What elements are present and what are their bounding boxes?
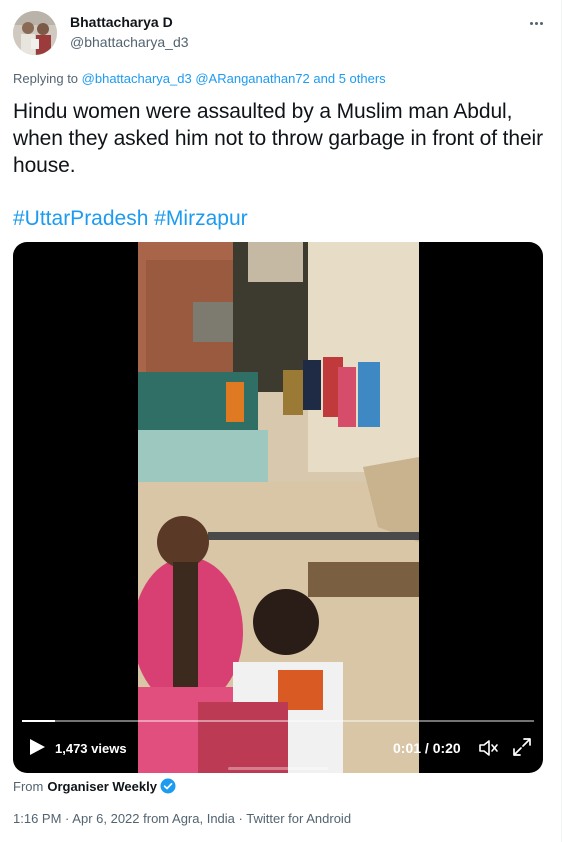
tweet-card: Bhattacharya D @bhattacharya_d3 Replying… (0, 0, 562, 842)
avatar-image (13, 11, 57, 55)
replying-to-line: Replying to @bhattacharya_d3 @ARanganath… (13, 71, 386, 86)
more-dot-icon (534, 21, 538, 25)
tweet-hashtags: #UttarPradesh #Mirzapur (13, 205, 248, 232)
more-options-button[interactable] (523, 10, 549, 36)
source-account-link[interactable]: Organiser Weekly (47, 779, 157, 794)
reply-mention-link[interactable]: @ARanganathan72 (195, 71, 309, 86)
author-handle[interactable]: @bhattacharya_d3 (70, 34, 189, 50)
video-view-count: 1,473 views (55, 741, 127, 756)
video-frame (138, 242, 419, 773)
mute-icon[interactable] (477, 737, 499, 759)
meta-separator: · (65, 811, 70, 826)
tweet-text: Hindu women were assaulted by a Muslim m… (13, 100, 544, 177)
hashtag-link[interactable]: #Mirzapur (154, 207, 247, 230)
video-controls: 1,473 views 0:01 / 0:20 (13, 734, 543, 764)
source-attribution: From Organiser Weekly (13, 778, 176, 794)
reply-mention-link[interactable]: @bhattacharya_d3 (82, 71, 192, 86)
tweet-location: from Agra, India (143, 811, 235, 826)
video-timestamp: 0:01 / 0:20 (393, 740, 461, 756)
fullscreen-icon[interactable] (511, 736, 533, 758)
reply-others-link[interactable]: and 5 others (313, 71, 385, 86)
tweet-date[interactable]: Apr 6, 2022 (72, 811, 139, 826)
video-player[interactable]: 1,473 views 0:01 / 0:20 (13, 242, 543, 773)
video-scrubber-handle (228, 767, 328, 770)
meta-separator: · (238, 811, 243, 826)
tweet-metadata: 1:16 PM · Apr 6, 2022 from Agra, India ·… (13, 811, 351, 826)
video-progress-bar[interactable] (22, 720, 534, 722)
avatar[interactable] (13, 11, 57, 55)
play-icon[interactable] (27, 734, 47, 760)
tweet-client-link[interactable]: Twitter for Android (246, 811, 351, 826)
source-prefix: From (13, 778, 44, 794)
more-dot-icon (529, 21, 533, 25)
verified-badge-icon (160, 778, 176, 794)
author-name[interactable]: Bhattacharya D (70, 14, 173, 30)
more-dot-icon (539, 21, 543, 25)
video-progress-fill (22, 720, 56, 722)
replying-to-label: Replying to (13, 71, 79, 86)
hashtag-link[interactable]: #UttarPradesh (13, 207, 148, 230)
tweet-time[interactable]: 1:16 PM (13, 811, 61, 826)
